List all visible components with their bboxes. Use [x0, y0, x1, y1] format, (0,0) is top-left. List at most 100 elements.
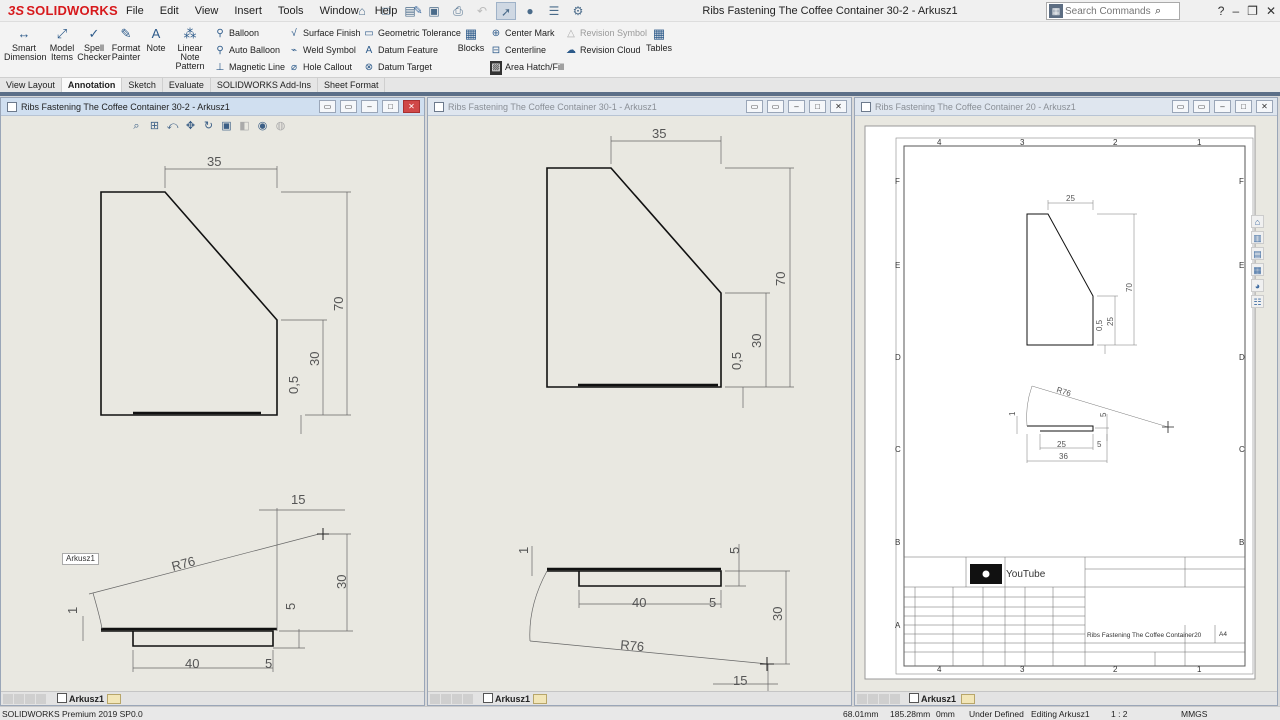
- solidworks-logo[interactable]: 3S SOLIDWORKS: [8, 3, 118, 18]
- tab-evaluate[interactable]: Evaluate: [163, 78, 211, 92]
- status-scale[interactable]: 1 : 2: [1111, 707, 1128, 720]
- dim-right[interactable]: 5: [709, 595, 716, 610]
- sheet-tab[interactable]: Arkusz1: [483, 692, 530, 706]
- zoom-to-fit-icon[interactable]: ⌕: [129, 119, 144, 133]
- view-palette-icon[interactable]: ▦: [1251, 263, 1264, 276]
- close-icon[interactable]: ✕: [830, 100, 847, 113]
- front-view-outline[interactable]: [100, 191, 278, 416]
- dim-width[interactable]: 35: [207, 154, 221, 169]
- dim-height[interactable]: 70: [331, 297, 346, 311]
- add-sheet-icon[interactable]: [533, 694, 547, 704]
- window-title-bar[interactable]: Ribs Fastening The Coffee Container 30-1…: [428, 98, 851, 116]
- appearance-icon[interactable]: ◍: [273, 119, 288, 133]
- smart-dimension-button[interactable]: ↔ Smart Dimension: [4, 26, 47, 62]
- prev-sheet-icon[interactable]: [441, 694, 451, 704]
- tile-icon[interactable]: ▭: [746, 100, 763, 113]
- next-sheet-icon[interactable]: [879, 694, 889, 704]
- blocks-button[interactable]: ▦ Blocks: [456, 26, 486, 53]
- dim-left[interactable]: 1: [65, 607, 80, 614]
- print-icon[interactable]: ⎙: [448, 2, 468, 20]
- menu-insert[interactable]: Insert: [226, 0, 270, 22]
- area-hatch-button[interactable]: ▨ Area Hatch/Fill: [490, 60, 564, 75]
- last-sheet-icon[interactable]: [463, 694, 473, 704]
- tab-annotation[interactable]: Annotation: [61, 78, 123, 92]
- custom-properties-icon[interactable]: ☷: [1251, 295, 1264, 308]
- search-scope-icon[interactable]: ▦: [1049, 4, 1063, 18]
- datum-feature-button[interactable]: A Datum Feature: [363, 43, 438, 57]
- prev-sheet-icon[interactable]: [868, 694, 878, 704]
- solidworks-resources-icon[interactable]: ⌂: [1251, 215, 1264, 228]
- select-cursor-icon[interactable]: ➚: [496, 2, 516, 20]
- dim-right[interactable]: 5: [1099, 412, 1108, 417]
- maximize-icon[interactable]: □: [382, 100, 399, 113]
- dim-height[interactable]: 70: [773, 272, 788, 286]
- add-sheet-icon[interactable]: [107, 694, 121, 704]
- datum-target-button[interactable]: ⊗ Datum Target: [363, 60, 432, 74]
- menu-tools[interactable]: Tools: [270, 0, 312, 22]
- tile-icon[interactable]: ▭: [319, 100, 336, 113]
- dim-base[interactable]: 40: [185, 656, 199, 671]
- dim-thickness[interactable]: 0,5: [286, 376, 301, 394]
- hole-callout-button[interactable]: ⌀ Hole Callout: [288, 60, 352, 74]
- dim-step[interactable]: 25: [1106, 317, 1115, 326]
- dim-bottom-15[interactable]: 15: [733, 673, 747, 688]
- dim-width[interactable]: 35: [652, 126, 666, 141]
- drawing-window-20[interactable]: Ribs Fastening The Coffee Container 20 -…: [854, 97, 1278, 706]
- dim-base[interactable]: 25: [1057, 440, 1066, 449]
- weld-symbol-button[interactable]: ⌁ Weld Symbol: [288, 43, 356, 57]
- revision-cloud-button[interactable]: ☁ Revision Cloud: [565, 43, 641, 57]
- maximize-icon[interactable]: □: [809, 100, 826, 113]
- tile-icon[interactable]: ▭: [1172, 100, 1189, 113]
- home-icon[interactable]: ⌂: [352, 2, 372, 20]
- dim-small[interactable]: 5: [1097, 440, 1102, 449]
- minimize-icon[interactable]: –: [1232, 0, 1239, 22]
- tab-sheet-format[interactable]: Sheet Format: [318, 78, 386, 92]
- tables-button[interactable]: ▦ Tables: [644, 26, 674, 53]
- rotate-icon[interactable]: ↻: [201, 119, 216, 133]
- centerline-button[interactable]: ⊟ Centerline: [490, 43, 546, 57]
- dim-base[interactable]: 40: [632, 595, 646, 610]
- dim-top[interactable]: 5: [727, 547, 742, 554]
- last-sheet-icon[interactable]: [36, 694, 46, 704]
- minimize-icon[interactable]: –: [788, 100, 805, 113]
- rebuild-icon[interactable]: ●: [520, 2, 540, 20]
- open-folder-icon[interactable]: ▤: [400, 2, 420, 20]
- close-icon[interactable]: ✕: [403, 100, 420, 113]
- dim-right[interactable]: 5: [265, 656, 272, 671]
- search-input[interactable]: [1065, 5, 1155, 17]
- dim-step[interactable]: 30: [749, 334, 764, 348]
- dim-overall[interactable]: 36: [1059, 452, 1068, 461]
- options-gear-icon[interactable]: ⚙: [568, 2, 588, 20]
- add-sheet-icon[interactable]: [961, 694, 975, 704]
- previous-view-icon[interactable]: ⤺: [165, 119, 180, 133]
- front-view-outline[interactable]: [546, 167, 722, 388]
- drawing-window-30-1[interactable]: Ribs Fastening The Coffee Container 30-1…: [427, 97, 852, 706]
- next-sheet-icon[interactable]: [25, 694, 35, 704]
- maximize-icon[interactable]: □: [1235, 100, 1252, 113]
- save-icon[interactable]: ▣: [424, 2, 444, 20]
- dim-width[interactable]: 25: [1066, 194, 1075, 203]
- cascade-icon[interactable]: ▭: [767, 100, 784, 113]
- sheet-tab[interactable]: Arkusz1: [909, 692, 956, 706]
- tab-view-layout[interactable]: View Layout: [0, 78, 62, 92]
- minimize-icon[interactable]: –: [1214, 100, 1231, 113]
- dim-thickness[interactable]: 0,5: [1095, 319, 1104, 331]
- dim-height[interactable]: 70: [1125, 283, 1134, 292]
- cascade-icon[interactable]: ▭: [1193, 100, 1210, 113]
- dim-step[interactable]: 30: [307, 352, 322, 366]
- geometric-tolerance-button[interactable]: ▭ Geometric Tolerance: [363, 26, 461, 40]
- hide-show-icon[interactable]: ◉: [255, 119, 270, 133]
- center-mark-button[interactable]: ⊕ Center Mark: [490, 26, 555, 40]
- help-icon[interactable]: ?: [1218, 0, 1225, 22]
- auto-balloon-button[interactable]: ⚲ Auto Balloon: [214, 43, 280, 57]
- next-sheet-icon[interactable]: [452, 694, 462, 704]
- magnetic-line-button[interactable]: ⊥ Magnetic Line: [214, 60, 285, 74]
- bottom-view-outline[interactable]: [101, 630, 274, 647]
- menu-view[interactable]: View: [187, 0, 227, 22]
- close-icon[interactable]: ✕: [1256, 100, 1273, 113]
- prev-sheet-icon[interactable]: [14, 694, 24, 704]
- dim-top[interactable]: 15: [291, 492, 305, 507]
- sheet-tab[interactable]: Arkusz1: [57, 692, 104, 706]
- cascade-icon[interactable]: ▭: [340, 100, 357, 113]
- search-icon[interactable]: ⌕: [1155, 5, 1161, 18]
